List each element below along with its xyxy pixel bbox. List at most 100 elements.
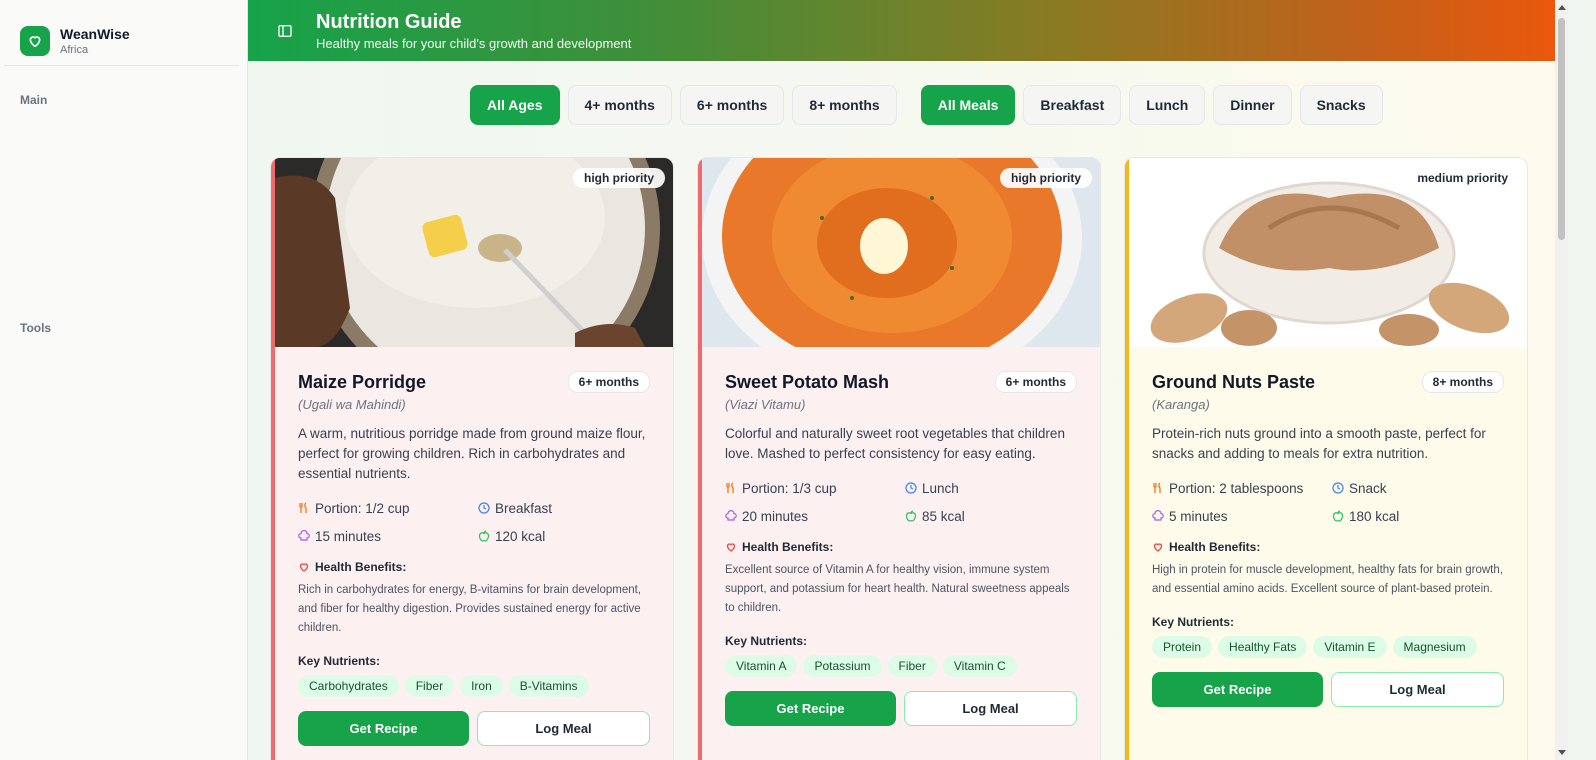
sidebar: WeanWise Africa Main Tools — [0, 0, 248, 760]
meal-local-name: (Ugali wa Mahindi) — [298, 397, 406, 412]
heart-logo-icon — [20, 25, 50, 56]
heart-icon — [725, 541, 737, 553]
meal-title: Ground Nuts Paste — [1152, 371, 1316, 392]
nutrient-tag: Vitamin C — [942, 655, 1017, 677]
meal-calories: 120 kcal — [495, 528, 546, 544]
priority-badge: high priority — [1000, 168, 1092, 188]
nutrient-tag: Potassium — [803, 655, 882, 677]
maize-porridge-image: high priority — [275, 158, 673, 403]
age-badge: 6+ months — [994, 371, 1077, 393]
page-scrollbar[interactable] — [1555, 0, 1568, 760]
page-title: Nutrition Guide — [316, 11, 462, 33]
key-nutrients-heading: Key Nutrients: — [1152, 615, 1235, 629]
meal-title: Sweet Potato Mash — [725, 371, 890, 392]
meal-time: 15 minutes — [315, 528, 382, 544]
meal-type: Lunch — [922, 480, 959, 496]
nutrient-tag: Vitamin E — [1313, 636, 1387, 658]
meal-type: Snack — [1349, 480, 1387, 496]
chef-hat-icon — [1152, 510, 1164, 522]
clock-icon — [1332, 482, 1344, 494]
scrollbar-thumb[interactable] — [1558, 18, 1565, 240]
health-benefits-text: Excellent source of Vitamin A for health… — [725, 564, 1070, 614]
meal-description: Colorful and naturally sweet root vegeta… — [725, 426, 1065, 461]
scroll-up-arrow-icon[interactable] — [1558, 5, 1566, 10]
health-benefits-heading: Health Benefits: — [742, 540, 834, 554]
filter-age-8m[interactable]: 8+ months — [792, 85, 897, 125]
ground-nuts-paste-image: medium priority — [1129, 158, 1527, 347]
meal-portion: Portion: 1/3 cup — [742, 480, 837, 496]
sidebar-section-tools: Tools — [20, 321, 52, 335]
filter-meal-dinner[interactable]: Dinner — [1213, 85, 1292, 125]
nutrient-tag: Fiber — [887, 655, 937, 677]
meal-local-name: (Viazi Vitamu) — [725, 397, 806, 412]
meal-local-name: (Karanga) — [1152, 397, 1210, 412]
get-recipe-button[interactable]: Get Recipe — [725, 691, 896, 726]
heart-icon — [1152, 541, 1164, 553]
heart-icon — [298, 561, 310, 573]
meal-time: 5 minutes — [1169, 508, 1228, 524]
page-subtitle: Healthy meals for your child's growth an… — [316, 36, 632, 51]
app-name: WeanWise — [60, 25, 130, 42]
nutrient-tag: Magnesium — [1392, 636, 1477, 658]
filter-age-all[interactable]: All Ages — [470, 85, 560, 125]
meal-description: A warm, nutritious porridge made from gr… — [298, 426, 646, 481]
nutrient-tag: Iron — [460, 675, 503, 697]
filter-meal-breakfast[interactable]: Breakfast — [1023, 85, 1122, 125]
age-badge: 8+ months — [1421, 371, 1504, 393]
filter-bar: All Ages 4+ months 6+ months 8+ months A… — [470, 85, 1383, 125]
log-meal-button[interactable]: Log Meal — [477, 711, 650, 746]
meal-time: 20 minutes — [742, 508, 809, 524]
apple-icon — [905, 510, 917, 522]
nutrient-tag: Protein — [1152, 636, 1213, 658]
health-benefits-text: High in protein for muscle development, … — [1152, 564, 1503, 595]
get-recipe-button[interactable]: Get Recipe — [298, 711, 469, 746]
log-meal-button[interactable]: Log Meal — [904, 691, 1077, 726]
health-benefits-heading: Health Benefits: — [1169, 540, 1261, 554]
get-recipe-button[interactable]: Get Recipe — [1152, 672, 1323, 707]
key-nutrients-heading: Key Nutrients: — [298, 654, 381, 668]
filter-age-6m[interactable]: 6+ months — [679, 85, 785, 125]
apple-icon — [1332, 510, 1344, 522]
meal-portion: Portion: 2 tablespoons — [1169, 480, 1304, 496]
meal-calories: 180 kcal — [1349, 508, 1400, 524]
filter-meal-lunch[interactable]: Lunch — [1129, 85, 1206, 125]
health-benefits-text: Rich in carbohydrates for energy, B-vita… — [298, 584, 642, 634]
nutrient-tag: Vitamin A — [725, 655, 798, 677]
page-header: Nutrition Guide Healthy meals for your c… — [248, 0, 1555, 61]
filter-age-4m[interactable]: 4+ months — [567, 85, 672, 125]
meal-description: Protein-rich nuts ground into a smooth p… — [1152, 426, 1486, 461]
filter-meal-snacks[interactable]: Snacks — [1299, 85, 1383, 125]
nutrient-tag: Fiber — [404, 675, 455, 697]
priority-badge: high priority — [573, 168, 665, 188]
clock-icon — [478, 502, 490, 514]
app-region: Africa — [60, 43, 89, 56]
meal-type: Breakfast — [495, 500, 553, 516]
scroll-down-arrow-icon[interactable] — [1558, 750, 1566, 755]
utensils-icon — [298, 502, 310, 514]
sidebar-section-main: Main — [20, 93, 48, 107]
utensils-icon — [1152, 482, 1164, 494]
meal-card-sweet-potato-mash[interactable]: high priority Sweet Potato Mash 6+ month… — [697, 157, 1101, 760]
nutrient-tag: Healthy Fats — [1218, 636, 1308, 658]
main-content: All Ages 4+ months 6+ months 8+ months A… — [248, 61, 1555, 760]
nutrient-tag: Carbohydrates — [298, 675, 399, 697]
filter-meal-all[interactable]: All Meals — [920, 85, 1016, 125]
log-meal-button[interactable]: Log Meal — [1331, 672, 1504, 707]
brand[interactable]: WeanWise Africa — [4, 0, 239, 66]
health-benefits-heading: Health Benefits: — [315, 560, 407, 574]
nutrient-tag: B-Vitamins — [508, 675, 589, 697]
apple-icon — [478, 530, 490, 542]
priority-badge: medium priority — [1406, 168, 1519, 188]
meal-card-ground-nuts-paste[interactable]: medium priority Ground Nuts Paste 8+ mon… — [1124, 157, 1528, 760]
sweet-potato-mash-image: high priority — [702, 158, 1100, 388]
meal-calories: 85 kcal — [922, 508, 965, 524]
chef-hat-icon — [298, 530, 310, 542]
clock-icon — [905, 482, 917, 494]
chef-hat-icon — [725, 510, 737, 522]
meal-portion: Portion: 1/2 cup — [315, 500, 410, 516]
age-badge: 6+ months — [567, 371, 650, 393]
sidebar-toggle-icon[interactable] — [276, 22, 294, 40]
utensils-icon — [725, 482, 737, 494]
meal-title: Maize Porridge — [298, 371, 427, 392]
meal-card-maize-porridge[interactable]: high priority Maize Porridge 6+ months (… — [270, 157, 674, 760]
